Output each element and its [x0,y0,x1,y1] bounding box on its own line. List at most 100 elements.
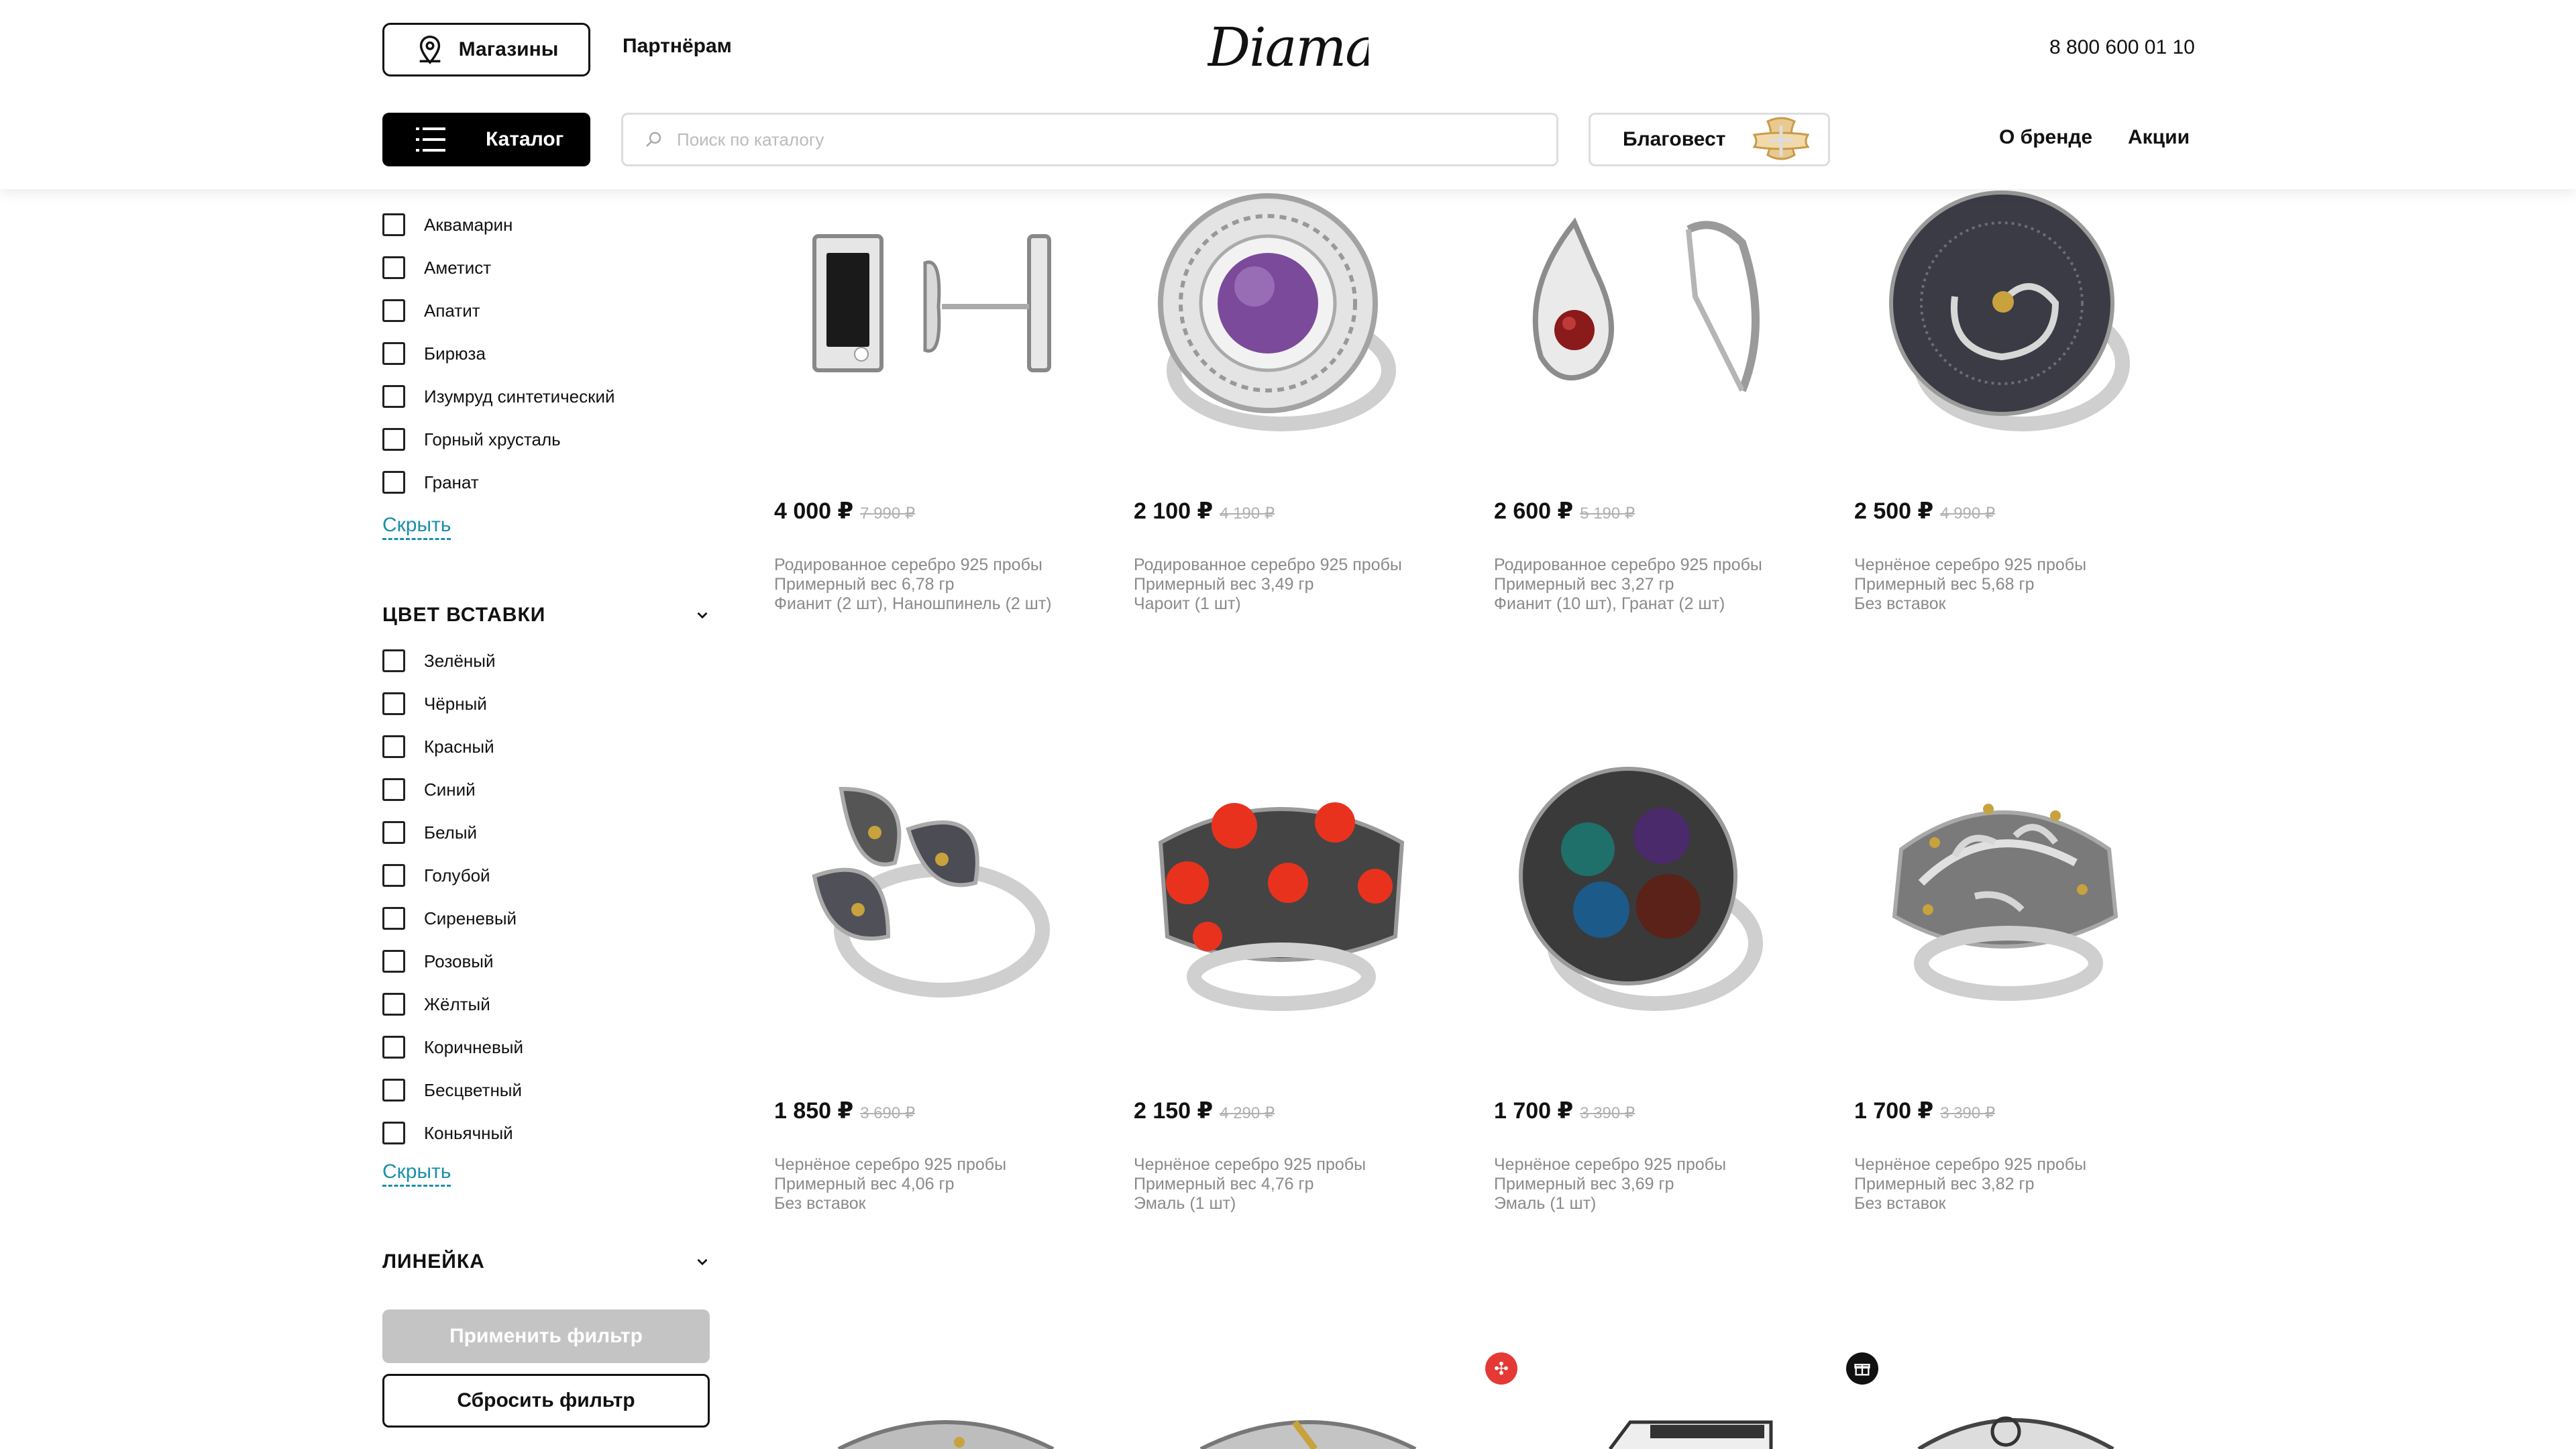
filter-label: Коричневый [424,1036,523,1057]
filter-color-green[interactable]: Зелёный [382,649,496,672]
filter-color-blue[interactable]: Синий [382,778,476,801]
promo-link[interactable]: Акции [2128,126,2190,149]
filter-label: Аквамарин [424,214,513,235]
product-image-partial [1917,1416,2114,1449]
stores-button[interactable]: Магазины [382,23,590,76]
map-pin-icon [419,36,440,64]
blagovest-button[interactable]: Благовест [1589,113,1830,166]
filter-stone-crystal[interactable]: Горный хрусталь [382,428,561,451]
phone-number[interactable]: 8 800 600 01 10 [2049,36,2195,59]
filter-color-red[interactable]: Красный [382,735,494,758]
amethyst-ring-image [1158,193,1396,431]
filter-color-yellow[interactable]: Жёлтый [382,993,490,1016]
checkbox[interactable] [382,649,405,672]
filter-stone-apatite[interactable]: Апатит [382,299,480,322]
old-price: 4 190 ₽ [1220,504,1275,523]
checkbox[interactable] [382,428,405,451]
section-title: ЛИНЕЙКА [382,1250,485,1273]
search-icon [646,131,661,147]
filter-color-pink[interactable]: Розовый [382,950,493,973]
product-image-partial [1199,1420,1417,1449]
product-card[interactable]: 1 700 ₽3 390 ₽ Чернёное серебро 925 проб… [1494,762,1816,1218]
about-brand-link[interactable]: О бренде [1999,126,2092,149]
checkbox[interactable] [382,1036,405,1059]
filter-stone-aquamarine[interactable]: Аквамарин [382,213,513,236]
catalog-label: Каталог [486,128,564,150]
product-card[interactable]: 2 100 ₽4 190 ₽ Родированное серебро 925 … [1134,189,1456,619]
checkbox[interactable] [382,950,405,973]
product-description: Родированное серебро 925 пробы Примерный … [774,555,1052,613]
catalog-button[interactable]: Каталог [382,113,590,166]
checkbox[interactable] [382,1122,405,1144]
partners-link[interactable]: Партнёрам [623,35,732,58]
brand-logo[interactable]: Diamant [1208,13,1368,80]
product-description: Чернёное серебро 925 пробы Примерный вес … [1134,1155,1366,1213]
checkbox[interactable] [382,256,405,279]
filter-color-black[interactable]: Чёрный [382,692,487,715]
filter-stone-turquoise[interactable]: Бирюза [382,342,486,365]
checkbox[interactable] [382,471,405,494]
search-input[interactable] [677,129,1482,150]
leaf-ring-image [812,786,1050,998]
checkbox[interactable] [382,692,405,715]
product-price: 2 100 ₽4 190 ₽ [1134,498,1275,524]
old-price: 3 390 ₽ [1580,1104,1635,1122]
filter-color-light-blue[interactable]: Голубой [382,864,490,887]
checkbox[interactable] [382,778,405,801]
checkbox[interactable] [382,821,405,844]
filter-color-colorless[interactable]: Бесцветный [382,1079,522,1102]
search-box[interactable] [621,113,1558,166]
product-description: Чернёное серебро 925 пробы Примерный вес … [1854,555,2087,613]
line-section-toggle[interactable]: ЛИНЕЙКА [382,1250,711,1273]
filter-label: Горный хрусталь [424,429,561,449]
old-price: 7 990 ₽ [860,504,916,523]
apply-filter-button[interactable]: Применить фильтр [382,1309,710,1363]
filter-label: Жёлтый [424,994,490,1014]
filter-label: Розовый [424,951,494,971]
product-description: Родированное серебро 925 пробы Примерный … [1494,555,1762,613]
product-price: 2 500 ₽4 990 ₽ [1854,498,1996,524]
product-card[interactable]: 2 500 ₽4 990 ₽ Чернёное серебро 925 проб… [1854,189,2176,619]
product-description: Родированное серебро 925 пробы Примерный … [1134,555,1402,613]
filter-color-white[interactable]: Белый [382,821,477,844]
chevron-down-icon [697,612,708,619]
insert-color-section-toggle[interactable]: ЦВЕТ ВСТАВКИ [382,604,711,627]
product-card[interactable]: 2 150 ₽4 290 ₽ Чернёное серебро 925 проб… [1134,762,1456,1218]
logo-text: Diamant [1208,16,1368,78]
checkbox[interactable] [382,385,405,408]
old-price: 4 290 ₽ [1220,1104,1275,1122]
product-price: 2 600 ₽5 190 ₽ [1494,498,1635,524]
filter-color-lilac[interactable]: Сиреневый [382,907,517,930]
checkbox[interactable] [382,213,405,236]
filter-stone-amethyst[interactable]: Аметист [382,256,491,279]
product-price: 1 700 ₽3 390 ₽ [1494,1098,1635,1124]
filter-label: Гранат [424,472,479,492]
filter-label: Голубой [424,865,490,885]
enamel-ring-image [1519,767,1763,1011]
reset-filter-button[interactable]: Сбросить фильтр [382,1374,710,1428]
filter-label: Белый [424,822,478,843]
product-price: 1 850 ₽3 690 ₽ [774,1098,916,1124]
hide-colors-link[interactable]: Скрыть [382,1159,451,1187]
filter-label: Изумруд синтетический [424,386,615,407]
filter-color-brown[interactable]: Коричневый [382,1036,523,1059]
checkbox[interactable] [382,299,405,322]
product-card[interactable]: 4 000 ₽7 990 ₽ Родированное серебро 925 … [774,189,1096,619]
checkbox[interactable] [382,1079,405,1102]
checkbox[interactable] [382,907,405,930]
checkbox[interactable] [382,735,405,758]
garnet-earrings-image [1532,217,1760,392]
hide-stones-link[interactable]: Скрыть [382,513,451,540]
product-card[interactable]: 1 850 ₽3 690 ₽ Чернёное серебро 925 проб… [774,762,1096,1218]
filter-stone-emerald[interactable]: Изумруд синтетический [382,385,615,408]
chevron-down-icon [697,1258,708,1266]
filter-stone-garnet[interactable]: Гранат [382,471,479,494]
checkbox[interactable] [382,864,405,887]
checkbox[interactable] [382,342,405,365]
filter-label: Коньячный [424,1122,513,1143]
checkbox[interactable] [382,993,405,1016]
floral-ring-image [1892,804,2118,1001]
product-card[interactable]: 1 700 ₽3 390 ₽ Чернёное серебро 925 проб… [1854,762,2176,1218]
filter-color-cognac[interactable]: Коньячный [382,1122,513,1144]
product-card[interactable]: 2 600 ₽5 190 ₽ Родированное серебро 925 … [1494,189,1816,619]
